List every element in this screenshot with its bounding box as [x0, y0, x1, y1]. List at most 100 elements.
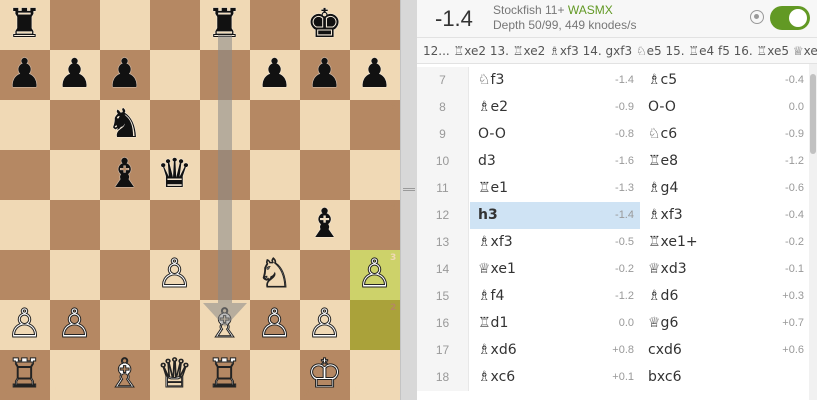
square-d7[interactable] — [150, 50, 200, 100]
white-move[interactable]: ♗f4 -1.2 — [470, 283, 640, 310]
engine-name: Stockfish 11+ WASMX — [493, 3, 613, 17]
black-move[interactable]: ♗d6 +0.3 — [640, 283, 809, 310]
move-eval: +0.7 — [782, 317, 804, 329]
resize-gutter[interactable] — [400, 0, 417, 400]
white-king-piece[interactable]: ♔ — [300, 350, 349, 399]
square-c2[interactable] — [100, 300, 150, 350]
rank-label: 4 — [390, 203, 397, 213]
white-move[interactable]: ♘f3 -1.4 — [470, 67, 640, 94]
move-row: 14 ♕xe1 -0.2 ♕xd3 -0.1 — [417, 256, 809, 283]
white-move[interactable]: ♗xf3 -0.5 — [470, 229, 640, 256]
black-rook-piece[interactable]: ♜ — [0, 0, 49, 49]
square-b5[interactable] — [50, 150, 100, 200]
black-king-piece[interactable]: ♚ — [300, 0, 349, 49]
move-number: 8 — [417, 94, 469, 121]
white-move[interactable]: ♖d1 0.0 — [470, 310, 640, 337]
target-icon[interactable] — [750, 10, 764, 24]
white-pawn-piece[interactable]: ♙ — [0, 300, 49, 349]
square-e6[interactable] — [200, 100, 250, 150]
square-c3[interactable] — [100, 250, 150, 300]
white-move[interactable]: ♖e1 -1.3 — [470, 175, 640, 202]
black-move[interactable]: cxd6 +0.6 — [640, 337, 809, 364]
black-bishop-piece[interactable]: ♝ — [300, 200, 349, 249]
square-a4[interactable] — [0, 200, 50, 250]
black-bishop-piece[interactable]: ♝ — [100, 150, 149, 199]
black-pawn-piece[interactable]: ♟ — [50, 50, 99, 99]
white-pawn-piece[interactable]: ♙ — [300, 300, 349, 349]
white-move[interactable]: d3 -1.6 — [470, 148, 640, 175]
black-move[interactable]: ♖e8 -1.2 — [640, 148, 809, 175]
principal-variation[interactable]: 12... ♖xe2 13. ♖xe2 ♗xf3 14. gxf3 ♘e5 15… — [417, 38, 817, 64]
white-rook-piece[interactable]: ♖ — [200, 350, 249, 399]
square-b3[interactable] — [50, 250, 100, 300]
square-c4[interactable] — [100, 200, 150, 250]
engine-toggle[interactable] — [770, 6, 810, 30]
white-move[interactable]: ♗xd6 +0.8 — [470, 337, 640, 364]
black-move[interactable]: ♗g4 -0.6 — [640, 175, 809, 202]
move-list-scrollbar[interactable] — [809, 64, 817, 400]
square-f6[interactable] — [250, 100, 300, 150]
white-pawn-piece[interactable]: ♙ — [150, 250, 199, 299]
white-rook-piece[interactable]: ♖ — [0, 350, 49, 399]
move-san: cxd6 — [648, 342, 682, 358]
square-e5[interactable] — [200, 150, 250, 200]
square-g5[interactable] — [300, 150, 350, 200]
square-b6[interactable] — [50, 100, 100, 150]
white-move[interactable]: O-O -0.8 — [470, 121, 640, 148]
move-san: ♗f4 — [478, 288, 505, 304]
square-b8[interactable] — [50, 0, 100, 50]
square-d4[interactable] — [150, 200, 200, 250]
white-bishop-piece[interactable]: ♗ — [200, 300, 249, 349]
rank-label: 6 — [390, 103, 397, 113]
white-move[interactable]: ♗e2 -0.9 — [470, 94, 640, 121]
square-a5[interactable] — [0, 150, 50, 200]
white-move[interactable]: h3 -1.4 — [470, 202, 640, 229]
white-knight-piece[interactable]: ♘ — [250, 250, 299, 299]
square-g3[interactable] — [300, 250, 350, 300]
move-san: ♗xd6 — [478, 342, 517, 358]
black-pawn-piece[interactable]: ♟ — [100, 50, 149, 99]
square-d8[interactable] — [150, 0, 200, 50]
square-e3[interactable] — [200, 250, 250, 300]
square-d2[interactable] — [150, 300, 200, 350]
black-knight-piece[interactable]: ♞ — [100, 100, 149, 149]
square-d6[interactable] — [150, 100, 200, 150]
white-pawn-piece[interactable]: ♙ — [50, 300, 99, 349]
square-g6[interactable] — [300, 100, 350, 150]
black-pawn-piece[interactable]: ♟ — [350, 50, 399, 99]
square-a6[interactable] — [0, 100, 50, 150]
black-pawn-piece[interactable]: ♟ — [0, 50, 49, 99]
black-rook-piece[interactable]: ♜ — [200, 0, 249, 49]
scrollbar-thumb[interactable] — [810, 74, 816, 154]
black-move[interactable]: bxc6 — [640, 364, 809, 391]
black-move[interactable]: ♖xe1+ -0.2 — [640, 229, 809, 256]
white-move[interactable]: ♗xc6 +0.1 — [470, 364, 640, 391]
black-pawn-piece[interactable]: ♟ — [300, 50, 349, 99]
chess-board[interactable]: 8 7 6 5 4 3 2 1 a b c d e f g h ♜ ♜ ♚ ♟ ♟ ♟ ♟ ♟ ♟ ♞ ♝ ♛ ♝ ♙ ♘ ♙ ♙ ♙ ♗ ♙ ♙ ♖ ♗ ♕… — [0, 0, 400, 400]
white-queen-piece[interactable]: ♕ — [150, 350, 199, 399]
white-pawn-piece[interactable]: ♙ — [350, 250, 399, 299]
black-move[interactable]: ♕xd3 -0.1 — [640, 256, 809, 283]
black-move[interactable]: ♗c5 -0.4 — [640, 67, 809, 94]
move-san: ♖xe1+ — [648, 234, 698, 250]
square-a3[interactable] — [0, 250, 50, 300]
square-f1[interactable] — [250, 350, 300, 400]
move-san: ♗xf3 — [478, 234, 513, 250]
square-e4[interactable] — [200, 200, 250, 250]
black-move[interactable]: ♕g6 +0.7 — [640, 310, 809, 337]
square-e7[interactable] — [200, 50, 250, 100]
black-move[interactable]: O-O 0.0 — [640, 94, 809, 121]
white-bishop-piece[interactable]: ♗ — [100, 350, 149, 399]
white-pawn-piece[interactable]: ♙ — [250, 300, 299, 349]
black-pawn-piece[interactable]: ♟ — [250, 50, 299, 99]
white-move[interactable]: ♕xe1 -0.2 — [470, 256, 640, 283]
square-f8[interactable] — [250, 0, 300, 50]
square-f4[interactable] — [250, 200, 300, 250]
black-move[interactable]: ♗xf3 -0.4 — [640, 202, 809, 229]
square-c8[interactable] — [100, 0, 150, 50]
black-move[interactable]: ♘c6 -0.9 — [640, 121, 809, 148]
black-queen-piece[interactable]: ♛ — [150, 150, 199, 199]
move-san: h3 — [478, 207, 498, 223]
square-b4[interactable] — [50, 200, 100, 250]
square-f5[interactable] — [250, 150, 300, 200]
